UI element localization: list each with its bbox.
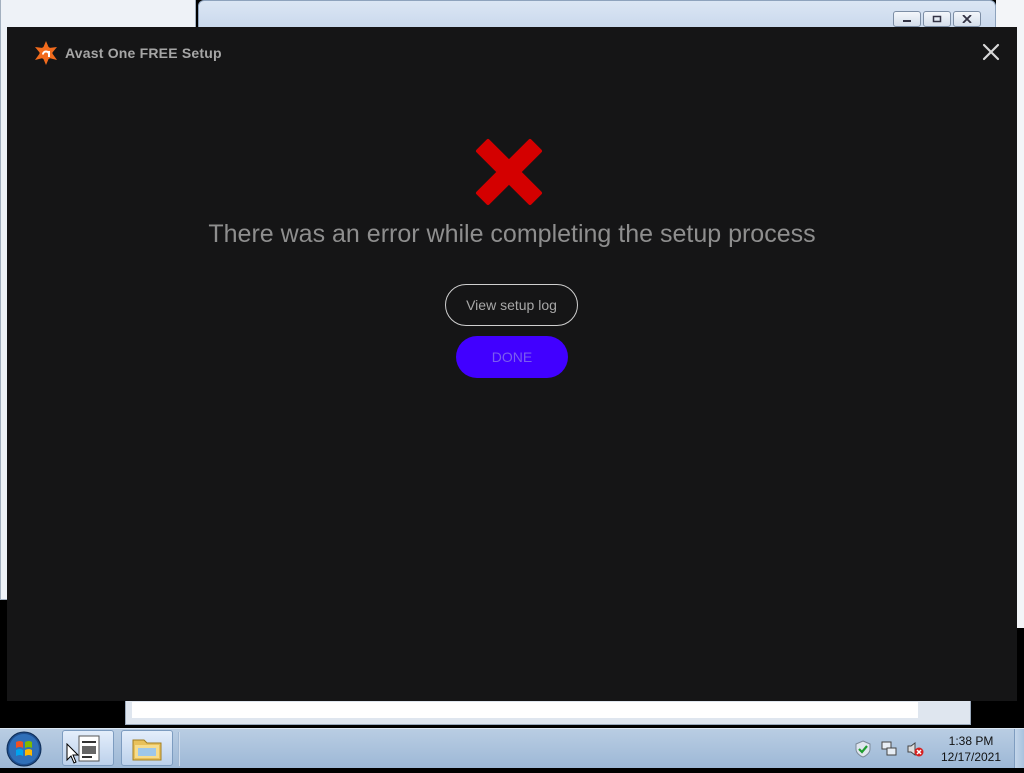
restore-button[interactable] <box>923 11 951 27</box>
close-icon <box>962 15 972 23</box>
desktop: Avast One FREE Setup There was an error … <box>0 0 1024 768</box>
avast-logo-icon <box>35 41 57 65</box>
system-tray: 1:38 PM 12/17/2021 <box>854 729 1024 768</box>
error-message: There was an error while completing the … <box>208 220 816 248</box>
error-x-icon <box>476 139 542 205</box>
installer-title: Avast One FREE Setup <box>65 45 222 61</box>
document-app-icon <box>78 735 100 762</box>
windows-start-orb-icon <box>6 731 42 767</box>
taskbar-separator <box>178 732 180 766</box>
background-window-statusbar <box>125 700 971 725</box>
installer-close-button[interactable] <box>981 42 1001 62</box>
start-button[interactable] <box>4 730 48 768</box>
taskbar: 1:38 PM 12/17/2021 <box>0 728 1024 768</box>
done-button[interactable]: DONE <box>456 336 568 378</box>
minimize-icon <box>903 20 911 22</box>
taskbar-app-explorer[interactable] <box>121 730 173 766</box>
restore-icon <box>932 15 942 23</box>
installer-window: Avast One FREE Setup There was an error … <box>7 27 1017 701</box>
network-icon[interactable] <box>880 740 898 758</box>
file-explorer-icon <box>132 739 162 761</box>
taskbar-clock[interactable]: 1:38 PM 12/17/2021 <box>932 733 1010 765</box>
installer-header: Avast One FREE Setup <box>33 40 222 66</box>
clock-time: 1:38 PM <box>948 733 994 748</box>
window-caption-buttons <box>893 11 981 27</box>
statusbar-field <box>132 702 918 718</box>
view-setup-log-button[interactable]: View setup log <box>445 284 578 326</box>
volume-muted-icon[interactable] <box>906 740 924 758</box>
security-shield-icon[interactable] <box>854 739 872 758</box>
window-close-button[interactable] <box>953 11 981 27</box>
minimize-button[interactable] <box>893 11 921 27</box>
clock-date: 12/17/2021 <box>940 749 1002 764</box>
show-desktop-button[interactable] <box>1014 729 1024 768</box>
taskbar-app-document[interactable] <box>62 730 114 766</box>
close-icon <box>982 43 1000 61</box>
